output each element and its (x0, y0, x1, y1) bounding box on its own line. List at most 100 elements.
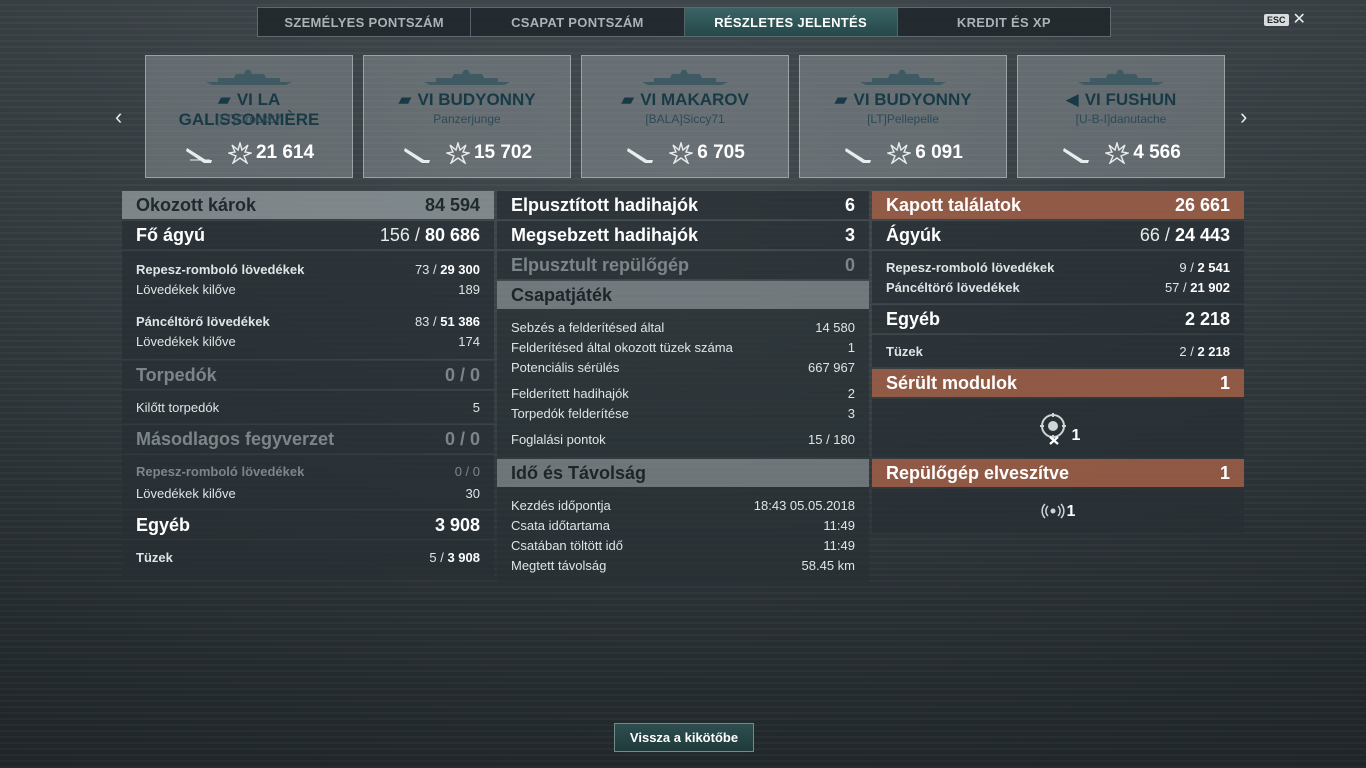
ship-class-icon: ▰ (398, 90, 412, 109)
damaged-modules-area: 1 (872, 399, 1244, 457)
sunk-ship-icon (627, 148, 654, 163)
ship-class-icon: ◀ (1065, 90, 1079, 109)
he-shells-row: Repesz-romboló lövedékek 73 / 29 300 (136, 261, 480, 277)
damage-value: 6 705 (697, 142, 745, 163)
time-row: Kezdés időpontja 18:43 05.05.2018 (511, 497, 855, 513)
center-panel: Elpusztított hadihajók 6 Megsebzett hadih… (497, 191, 869, 583)
time-row: Csata időtartama 11:49 (511, 517, 855, 533)
damage-value: 6 091 (915, 142, 963, 163)
ship-card[interactable]: ▰ VI LA GALISSONNIÈRE [LT]Orock87 21 614 (145, 55, 353, 178)
team-row: Sebzés a felderítésed által 14 580 (511, 319, 855, 335)
back-to-port-button[interactable]: Vissza a kikötőbe (614, 723, 754, 752)
tab-team-score[interactable]: CSAPAT PONTSZÁM (471, 8, 685, 36)
damage-value: 4 566 (1133, 142, 1181, 163)
torpedoes-details: Kilőtt torpedók 5 (122, 391, 494, 423)
ship-silhouette-icon (424, 70, 510, 85)
damage-explosion-icon (227, 142, 252, 164)
sunk-ship-icon (845, 148, 872, 163)
player-name: [LT]Orock87 (216, 112, 282, 126)
damage-explosion-icon (445, 142, 470, 164)
ship-card[interactable]: ▰ VI BUDYONNY [LT]Pellepelle 6 091 (799, 55, 1007, 178)
ship-class-icon: ▰ (621, 90, 635, 109)
time-row: Csatában töltött idő 11:49 (511, 537, 855, 553)
damage-value: 15 702 (473, 142, 533, 163)
received-other-details: Tüzek 2 / 2 218 (872, 335, 1244, 367)
damaged-ships-header: Megsebzett hadihajók 3 (497, 221, 869, 249)
time-distance-header: Idő és Távolság (497, 459, 869, 487)
secondary-he-row: Repesz-romboló lövedékek 0 / 0 (136, 463, 480, 479)
secondary-details: Repesz-romboló lövedékek 0 / 0 Lövedékek … (122, 455, 494, 509)
other-damage-header: Egyéb 3 908 (122, 511, 494, 539)
teamplay-details: Sebzés a felderítésed által 14 580 Felder… (497, 309, 869, 457)
ship-silhouette-icon (206, 70, 292, 85)
other-damage-details: Tüzek 5 / 3 908 (122, 541, 494, 577)
ship-class-icon: ▰ (217, 90, 231, 109)
ship-silhouette-icon (1078, 70, 1164, 85)
planes-lost-header: Repülőgép elveszítve 1 (872, 459, 1244, 487)
ap-fired-row: Lövedékek kilőve 174 (136, 333, 480, 349)
ship-name: VI MAKAROV (640, 90, 749, 109)
ship-cards: ▰ VI LA GALISSONNIÈRE [LT]Orock87 21 614 … (145, 55, 1225, 178)
close-icon: ✕ (1292, 11, 1306, 28)
received-fires-row: Tüzek 2 / 2 218 (886, 343, 1230, 359)
ship-name: VI BUDYONNY (417, 90, 536, 109)
player-name: Panzerjunge (433, 112, 501, 126)
time-row: Megtett távolság 58.45 km (511, 557, 855, 573)
sunk-ship-icon (185, 148, 212, 163)
ship-silhouette-icon (860, 70, 946, 85)
hits-received-header: Kapott találatok 26 661 (872, 191, 1244, 219)
ap-shells-row: Páncéltörő lövedékek 83 / 51 386 (136, 313, 480, 329)
tab-personal-score[interactable]: SZEMÉLYES PONTSZÁM (258, 8, 472, 36)
team-row: Foglalási pontok 15 / 180 (511, 431, 855, 447)
hits-received-panel: Kapott találatok 26 661 Ágyúk 66 / 24 443… (872, 191, 1244, 533)
destroyed-ships-header: Elpusztított hadihajók 6 (497, 191, 869, 219)
ship-silhouette-icon (642, 70, 728, 85)
team-row: Potenciális sérülés 667 967 (511, 359, 855, 375)
guns-received-header: Ágyúk 66 / 24 443 (872, 221, 1244, 249)
ship-card[interactable]: ▰ VI BUDYONNY Panzerjunge 15 702 (363, 55, 571, 178)
sunk-ship-icon (403, 148, 430, 163)
received-he-row: Repesz-romboló lövedékek 9 / 2 541 (886, 259, 1230, 275)
received-ap-row: Páncéltörő lövedékek 57 / 21 902 (886, 279, 1230, 295)
teamplay-header: Csapatjáték (497, 281, 869, 309)
planes-lost-area: 1 (872, 489, 1244, 533)
rangefinder-module-icon (1039, 413, 1066, 445)
ship-name: VI BUDYONNY (853, 90, 972, 109)
team-row: Felderítésed által okozott tüzek száma 1 (511, 339, 855, 355)
planes-destroyed-header: Elpusztult repülőgép 0 (497, 251, 869, 279)
player-name: [LT]Pellepelle (867, 112, 939, 126)
team-row: Torpedók felderítése 3 (511, 405, 855, 421)
damage-value: 21 614 (255, 142, 315, 163)
main-battery-details: Repesz-romboló lövedékek 73 / 29 300 Löve… (122, 251, 494, 359)
damaged-modules-header: Sérült modulok 1 (872, 369, 1244, 397)
torpedoes-fired-row: Kilőtt torpedók 5 (136, 399, 480, 415)
prev-arrow-icon[interactable]: ‹ (115, 104, 122, 130)
ship-class-icon: ▰ (834, 90, 848, 109)
ship-name: VI FUSHUN (1084, 90, 1177, 109)
damage-dealt-header: Okozott károk 84 594 (122, 191, 494, 219)
esc-key-icon: ESC (1264, 14, 1289, 26)
player-name: [U-B-I]danutache (1075, 112, 1167, 126)
damage-explosion-icon (887, 142, 912, 164)
planes-lost-count: 1 (1066, 503, 1076, 520)
damage-explosion-icon (1105, 142, 1130, 164)
he-fired-row: Lövedékek kilőve 189 (136, 281, 480, 297)
close-button[interactable]: ESC ✕ (1264, 11, 1306, 28)
damage-explosion-icon (669, 142, 694, 164)
ship-card[interactable]: ▰ VI MAKAROV [BALA]Siccy71 6 705 (581, 55, 789, 178)
sunk-ship-icon (1063, 148, 1090, 163)
torpedoes-header: Torpedók 0 / 0 (122, 361, 494, 389)
secondary-header: Másodlagos fegyverzet 0 / 0 (122, 425, 494, 453)
next-arrow-icon[interactable]: › (1240, 104, 1247, 130)
tab-bar: SZEMÉLYES PONTSZÁM CSAPAT PONTSZÁM RÉSZL… (257, 7, 1111, 37)
time-distance-details: Kezdés időpontja 18:43 05.05.2018 Csata i… (497, 487, 869, 583)
fires-row: Tüzek 5 / 3 908 (136, 549, 480, 565)
secondary-fired-row: Lövedékek kilőve 30 (136, 485, 480, 501)
ship-card[interactable]: ◀ VI FUSHUN [U-B-I]danutache 4 566 (1017, 55, 1225, 178)
team-row: Felderített hadihajók 2 (511, 385, 855, 401)
tab-detailed-report[interactable]: RÉSZLETES JELENTÉS (684, 8, 898, 36)
spotter-plane-icon (1040, 503, 1065, 519)
damage-dealt-panel: Okozott károk 84 594 Fő ágyú 156 / 80 686… (122, 191, 494, 577)
tab-credits-xp[interactable]: KREDIT ÉS XP (898, 8, 1110, 36)
guns-received-details: Repesz-romboló lövedékek 9 / 2 541 Páncél… (872, 251, 1244, 303)
